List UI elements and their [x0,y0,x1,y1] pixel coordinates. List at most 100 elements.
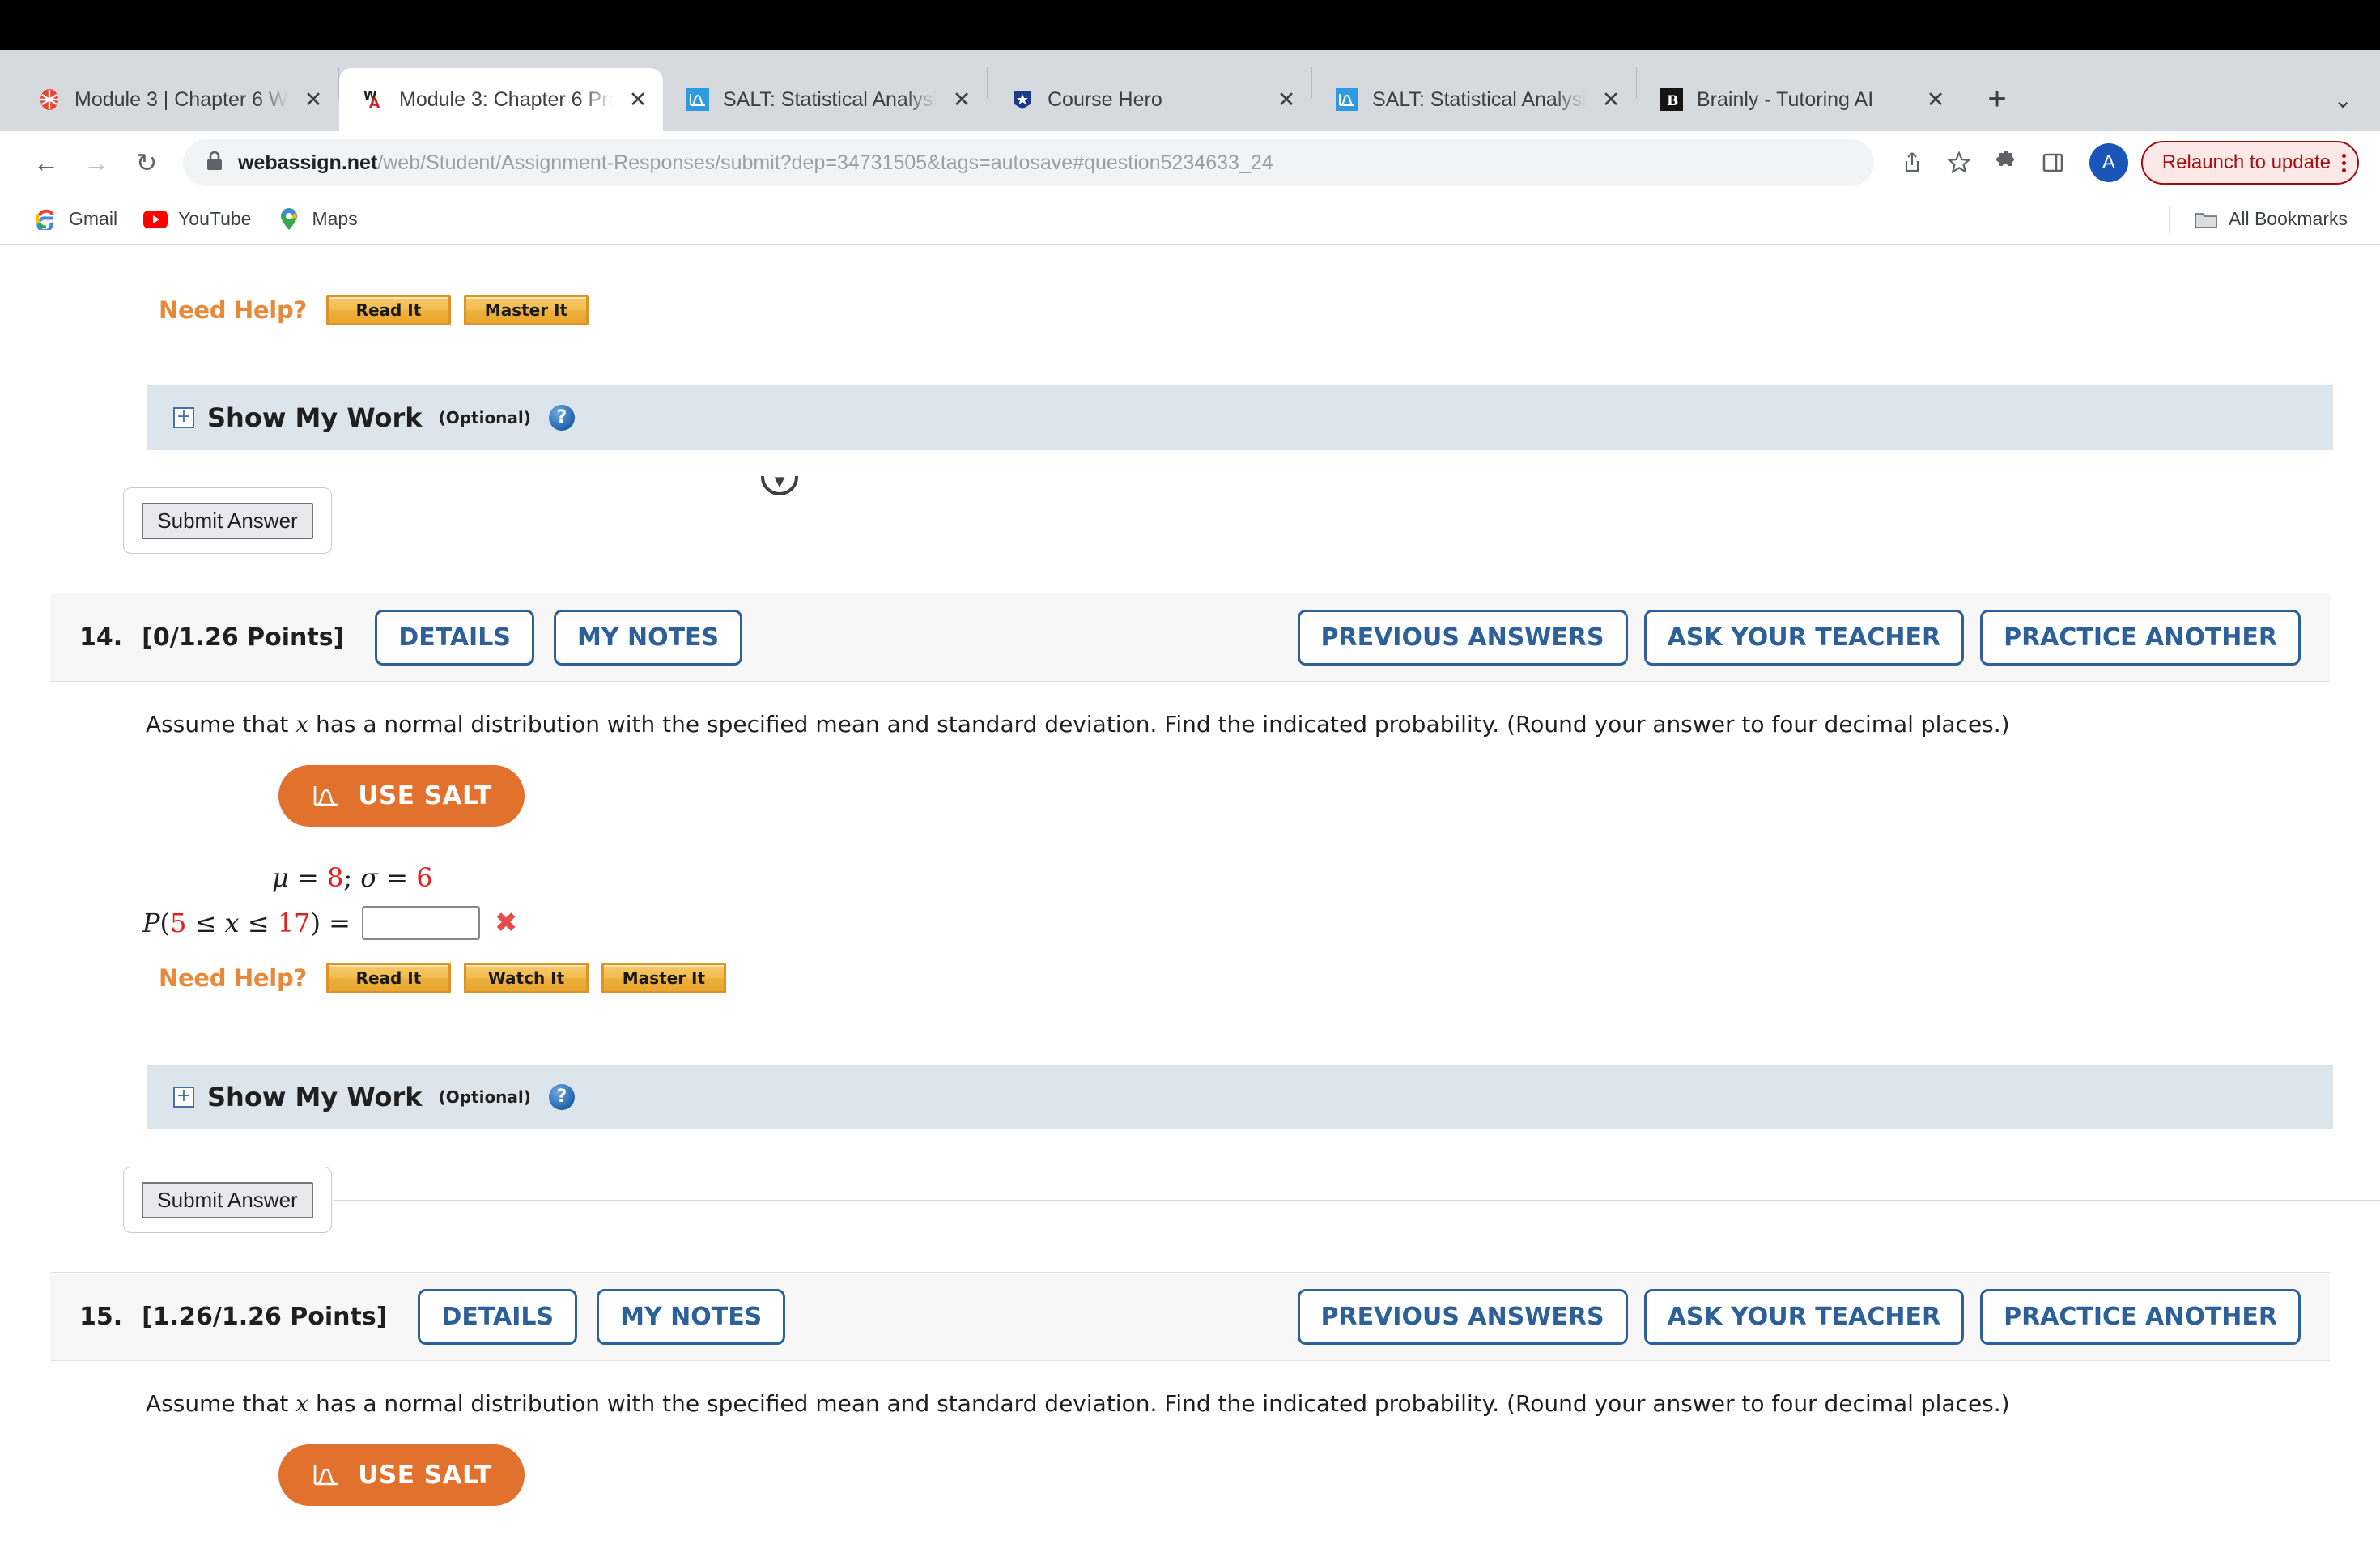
mu-value: 8 [326,862,344,893]
browser-tab-4[interactable]: SALT: Statistical Analysis an ✕ [1312,68,1636,131]
use-salt-button-q14[interactable]: USE SALT [278,765,525,827]
bookmark-gmail[interactable]: Gmail [21,207,130,232]
divider [2169,205,2170,233]
answer-input-q14[interactable] [361,906,480,940]
previous-answers-button[interactable]: PREVIOUS ANSWERS [1297,609,1628,666]
all-bookmarks-label: All Bookmarks [2229,208,2348,229]
details-button[interactable]: DETAILS [418,1288,578,1345]
close-icon[interactable]: ✕ [1597,88,1625,111]
submit-answer-button[interactable]: Submit Answer [142,1181,313,1218]
tab-strip: Module 3 | Chapter 6 WebA ✕ WA Module 3:… [0,50,2380,131]
browser-tab-title: SALT: Statistical Analysis an [723,87,937,111]
prompt-variable: x [295,711,309,738]
reload-icon[interactable]: ↻ [121,138,172,188]
need-help-label: Need Help? [159,964,307,992]
browser-tab-0[interactable]: Module 3 | Chapter 6 WebA ✕ [15,68,338,131]
bookmark-label: Gmail [69,208,118,229]
browser-toolbar: ← → ↻ webassign.net/web/Student/Assignme… [0,131,2380,194]
bookmarks-bar: Gmail YouTube Maps All Bookmarks [0,194,2380,245]
question-points: [0/1.26 Points] [142,623,345,652]
submit-answer-button[interactable]: Submit Answer [142,502,313,539]
read-it-button[interactable]: Read It [325,295,451,325]
svg-text:B: B [1667,93,1678,109]
url-domain: webassign.net [238,151,378,174]
brainly-icon: B [1658,86,1685,113]
question-header-actions: PREVIOUS ANSWERS ASK YOUR TEACHER PRACTI… [1297,609,2301,666]
show-my-work-optional: (Optional) [438,1087,531,1107]
relaunch-label: Relaunch to update [2161,151,2331,173]
my-notes-button[interactable]: MY NOTES [597,1288,786,1345]
chevron-down-icon[interactable]: ⌄ [2334,87,2352,113]
all-bookmarks-button[interactable]: All Bookmarks [2181,207,2361,232]
address-bar[interactable]: webassign.net/web/Student/Assignment-Res… [183,139,1874,186]
mu-symbol: μ [272,862,289,893]
folder-icon [2194,207,2218,232]
ask-your-teacher-button[interactable]: ASK YOUR TEACHER [1643,1288,1965,1345]
show-my-work-q13[interactable]: + Show My Work (Optional) ? [147,385,2333,450]
master-it-button[interactable]: Master It [601,963,726,993]
help-question-icon[interactable]: ? [548,1084,575,1110]
show-my-work-title: Show My Work [207,1082,423,1112]
incorrect-mark-icon: ✖ [494,907,518,939]
show-my-work-q14[interactable]: + Show My Work (Optional) ? [147,1065,2333,1129]
browser-tab-title: Brainly - Tutoring AI [1697,87,1874,111]
address-bar-url: webassign.net/web/Student/Assignment-Res… [238,151,1273,175]
side-panel-icon[interactable] [2029,139,2076,186]
need-help-row-q14: Need Help? Read It Watch It Master It [0,963,2380,993]
my-notes-button[interactable]: MY NOTES [553,609,743,666]
question-number: 14. [79,623,123,652]
relaunch-to-update-button[interactable]: Relaunch to update [2140,141,2359,185]
svg-text:A: A [369,96,380,112]
bookmark-youtube[interactable]: YouTube [130,207,264,232]
bookmark-maps[interactable]: Maps [264,207,370,232]
webassign-w-icon: WA [360,86,388,113]
extensions-puzzle-icon[interactable] [1983,139,2029,186]
sigma-symbol: σ [360,862,379,893]
watch-it-button[interactable]: Watch It [463,963,589,993]
close-icon[interactable]: ✕ [1922,88,1949,111]
use-salt-button-q15[interactable]: USE SALT [278,1444,525,1506]
expand-plus-icon[interactable]: + [173,1087,194,1108]
new-tab-button[interactable]: + [1971,73,2023,125]
close-icon[interactable]: ✕ [1273,88,1300,111]
question-14-header: 14. [0/1.26 Points] DETAILS MY NOTES PRE… [50,593,2330,682]
bell-curve-icon [313,786,338,806]
question-header-actions: PREVIOUS ANSWERS ASK YOUR TEACHER PRACTI… [1297,1288,2301,1345]
share-icon[interactable] [1889,139,1936,186]
question-13-body: Need Help? Read It Master It + Show My W… [0,295,2380,554]
browser-tab-2[interactable]: SALT: Statistical Analysis an ✕ [663,68,987,131]
browser-tab-5[interactable]: B Brainly - Tutoring AI ✕ [1637,68,1961,131]
master-it-button[interactable]: Master It [463,295,589,325]
browser-tab-3[interactable]: Course Hero ✕ [988,68,1311,131]
expand-plus-icon[interactable]: + [173,407,194,428]
bookmark-label: YouTube [178,208,252,229]
forward-icon[interactable]: → [71,138,121,188]
details-button[interactable]: DETAILS [375,609,534,666]
close-icon[interactable]: ✕ [624,88,652,111]
back-icon[interactable]: ← [21,138,71,188]
previous-answers-button[interactable]: PREVIOUS ANSWERS [1297,1288,1628,1345]
browser-tab-title: Module 3 | Chapter 6 WebA [74,87,288,111]
kebab-menu-icon[interactable] [2342,153,2346,172]
bookmark-star-icon[interactable] [1936,139,1983,186]
close-icon[interactable]: ✕ [300,88,327,111]
prob-upper-bound: 17 [277,908,311,938]
browser-chrome: Module 3 | Chapter 6 WebA ✕ WA Module 3:… [0,0,2380,245]
help-question-icon[interactable]: ? [548,405,575,431]
avatar[interactable]: A [2089,143,2128,182]
prompt-part-1: Assume that [146,711,296,738]
lock-icon [206,151,223,176]
question-14-probability-row: P(5 ≤ x ≤ 17) = ✖ [0,906,2380,940]
window-title-strip [0,0,2380,50]
practice-another-button[interactable]: PRACTICE ANOTHER [1980,1288,2301,1345]
submit-answer-wrap-q14: Submit Answer [123,1167,2380,1233]
close-icon[interactable]: ✕ [948,88,975,111]
browser-tab-1[interactable]: WA Module 3: Chapter 6 Practic ✕ [339,68,663,131]
use-salt-label: USE SALT [358,781,492,810]
url-path: /web/Student/Assignment-Responses/submit… [377,151,1273,174]
probability-expression: P(5 ≤ x ≤ 17) = [142,908,351,938]
read-it-button[interactable]: Read It [325,963,451,993]
practice-another-button[interactable]: PRACTICE ANOTHER [1980,609,2301,666]
ask-your-teacher-button[interactable]: ASK YOUR TEACHER [1643,609,1965,666]
webassign-icon [36,86,63,113]
